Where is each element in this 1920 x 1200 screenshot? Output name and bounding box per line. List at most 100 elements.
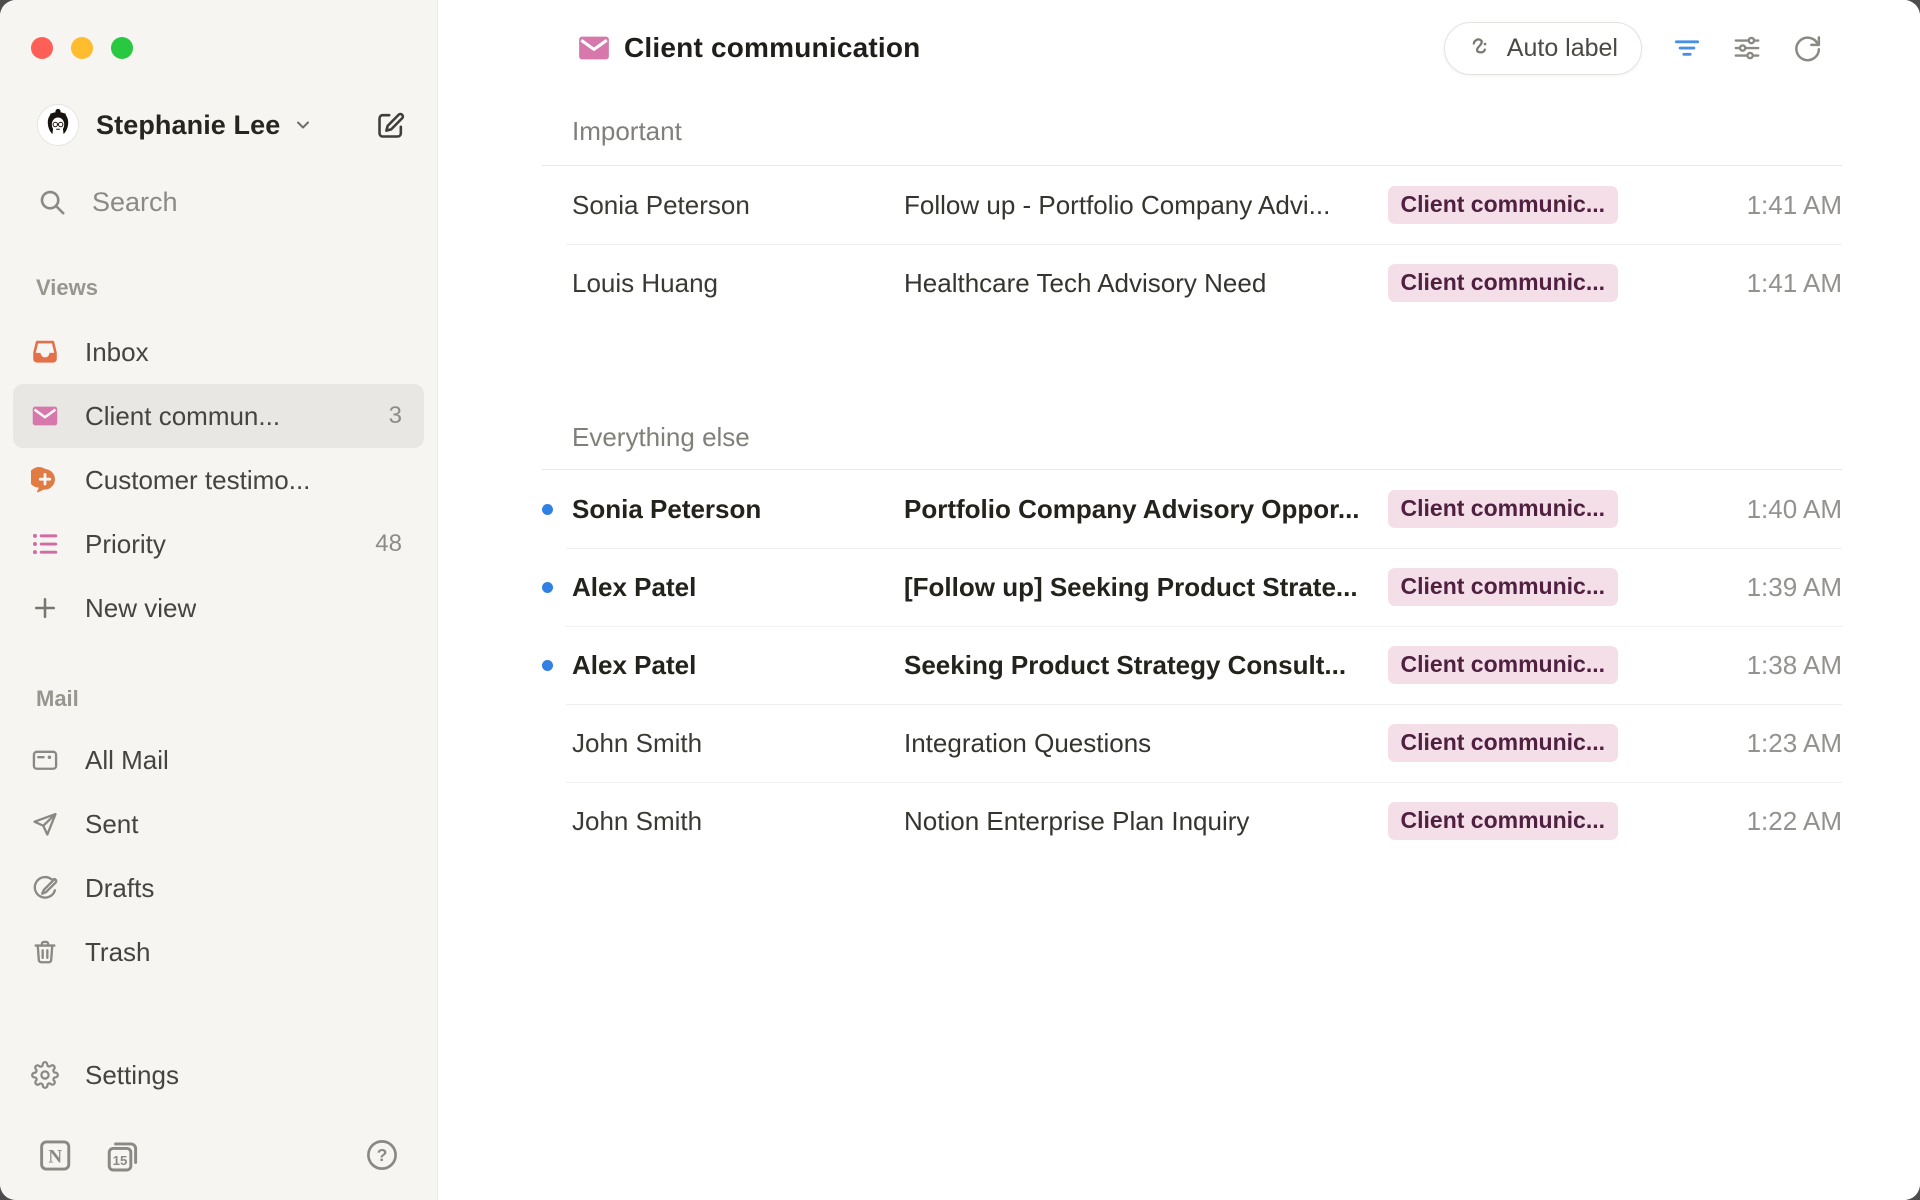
notion-logo-icon: N <box>37 1137 74 1174</box>
email-subject: Portfolio Company Advisory Oppor... <box>904 494 1388 525</box>
sidebar-item-label: Customer testimo... <box>85 465 310 496</box>
label-chip[interactable]: Client communic... <box>1388 490 1618 528</box>
email-time: 1:41 AM <box>1618 190 1842 221</box>
email-subject: Seeking Product Strategy Consult... <box>904 650 1388 681</box>
main-content: Client communication Auto label <box>438 0 1920 1200</box>
priority-count-badge: 48 <box>375 530 402 558</box>
label-chip[interactable]: Client communic... <box>1388 724 1618 762</box>
email-row[interactable]: John Smith Integration Questions Client … <box>542 704 1842 782</box>
email-row[interactable]: Sonia Peterson Portfolio Company Advisor… <box>542 470 1842 548</box>
views-section-label: Views <box>36 275 437 299</box>
sidebar-item-label: Drafts <box>85 873 154 904</box>
sidebar-item-settings[interactable]: Settings <box>13 1043 424 1107</box>
gear-icon <box>31 1061 59 1089</box>
label-chip[interactable]: Client communic... <box>1388 802 1618 840</box>
auto-label-label: Auto label <box>1507 34 1618 63</box>
email-row[interactable]: Louis Huang Healthcare Tech Advisory Nee… <box>542 244 1842 322</box>
email-sender: Louis Huang <box>572 268 904 299</box>
refresh-button[interactable] <box>1792 33 1822 63</box>
email-time: 1:40 AM <box>1618 494 1842 525</box>
sidebar: Stephanie Lee Search Views Inbox <box>0 0 438 1200</box>
mail-section-label: Mail <box>36 686 437 710</box>
email-row[interactable]: John Smith Notion Enterprise Plan Inquir… <box>542 782 1842 860</box>
svg-text:N: N <box>48 1146 62 1167</box>
plus-icon <box>31 594 59 622</box>
label-chip[interactable]: Client communic... <box>1388 264 1618 302</box>
email-time: 1:38 AM <box>1618 650 1842 681</box>
pencil-circle-icon <box>31 874 59 902</box>
email-subject: Notion Enterprise Plan Inquiry <box>904 806 1388 837</box>
mail-card-icon <box>31 746 59 774</box>
compose-button[interactable] <box>375 108 406 142</box>
label-chip[interactable]: Client communic... <box>1388 646 1618 684</box>
svg-text:?: ? <box>377 1145 388 1165</box>
filter-button[interactable] <box>1672 33 1702 63</box>
calendar-app-button[interactable]: 15 <box>104 1137 141 1174</box>
email-time: 1:39 AM <box>1618 572 1842 603</box>
sidebar-item-trash[interactable]: Trash <box>13 920 424 984</box>
account-name: Stephanie Lee <box>96 110 280 141</box>
email-list: Important Sonia Peterson Follow up - Por… <box>438 96 1920 860</box>
window-controls <box>0 0 437 96</box>
paper-plane-icon <box>31 810 59 838</box>
label-chip[interactable]: Client communic... <box>1388 568 1618 606</box>
section-title: Important <box>542 112 1842 150</box>
display-options-button[interactable] <box>1732 33 1762 63</box>
sidebar-item-drafts[interactable]: Drafts <box>13 856 424 920</box>
email-subject: Integration Questions <box>904 728 1388 759</box>
email-sender: Sonia Peterson <box>572 190 904 221</box>
view-header: Client communication Auto label <box>438 0 1920 96</box>
email-sender: Alex Patel <box>572 572 904 603</box>
sidebar-item-label: Inbox <box>85 337 149 368</box>
sidebar-item-customer-testimonials[interactable]: Customer testimo... <box>13 448 424 512</box>
avatar <box>37 104 79 146</box>
trash-icon <box>31 938 59 966</box>
sidebar-item-label: New view <box>85 593 196 624</box>
sidebar-footer: N 15 ? <box>0 1131 437 1179</box>
email-sender: John Smith <box>572 806 904 837</box>
chevron-down-icon <box>293 115 313 135</box>
unread-count-badge: 3 <box>389 402 402 430</box>
zoom-window-button[interactable] <box>111 37 133 59</box>
sliders-icon <box>1732 33 1762 63</box>
minimize-window-button[interactable] <box>71 37 93 59</box>
app-window: Stephanie Lee Search Views Inbox <box>0 0 1920 1200</box>
search-placeholder: Search <box>92 187 178 218</box>
auto-label-button[interactable]: Auto label <box>1444 22 1642 75</box>
unread-dot-icon <box>542 582 553 593</box>
sidebar-item-all-mail[interactable]: All Mail <box>13 728 424 792</box>
email-row[interactable]: Alex Patel [Follow up] Seeking Product S… <box>542 548 1842 626</box>
sidebar-item-new-view[interactable]: New view <box>13 576 424 640</box>
sidebar-item-label: All Mail <box>85 745 169 776</box>
sidebar-item-sent[interactable]: Sent <box>13 792 424 856</box>
email-sender: Sonia Peterson <box>572 494 904 525</box>
sidebar-item-label: Priority <box>85 529 166 560</box>
email-row[interactable]: Alex Patel Seeking Product Strategy Cons… <box>542 626 1842 704</box>
search-input[interactable]: Search <box>0 173 437 231</box>
question-mark-icon: ? <box>365 1138 399 1172</box>
sidebar-item-label: Trash <box>85 937 151 968</box>
compose-icon <box>375 110 406 141</box>
section-title: Everything else <box>542 418 1842 456</box>
help-button[interactable]: ? <box>365 1138 399 1172</box>
section-everything-else: Everything else Sonia Peterson Portfolio… <box>542 418 1842 860</box>
email-row[interactable]: Sonia Peterson Follow up - Portfolio Com… <box>542 166 1842 244</box>
sidebar-item-inbox[interactable]: Inbox <box>13 320 424 384</box>
email-subject: [Follow up] Seeking Product Strate... <box>904 572 1388 603</box>
header-actions: Auto label <box>1444 22 1822 75</box>
sidebar-item-label: Sent <box>85 809 139 840</box>
speech-bubble-plus-icon <box>31 466 59 494</box>
account-switcher[interactable]: Stephanie Lee <box>37 96 406 154</box>
email-time: 1:41 AM <box>1618 268 1842 299</box>
bulleted-list-icon <box>31 530 59 558</box>
sidebar-item-client-communication[interactable]: Client commun... 3 <box>13 384 424 448</box>
unread-dot-icon <box>542 504 553 515</box>
sidebar-item-priority[interactable]: Priority 48 <box>13 512 424 576</box>
close-window-button[interactable] <box>31 37 53 59</box>
search-icon <box>37 187 67 217</box>
email-time: 1:23 AM <box>1618 728 1842 759</box>
label-chip[interactable]: Client communic... <box>1388 186 1618 224</box>
notion-app-button[interactable]: N <box>37 1137 74 1174</box>
filter-icon <box>1672 33 1702 63</box>
svg-text:15: 15 <box>113 1153 128 1168</box>
